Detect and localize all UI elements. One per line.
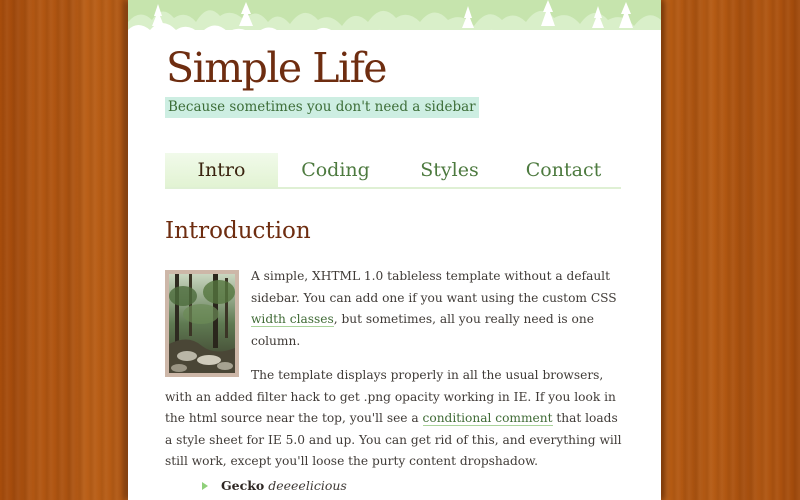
- tab-coding[interactable]: Coding: [279, 153, 392, 187]
- site-tagline: Because sometimes you don't need a sideb…: [165, 97, 479, 118]
- content-page: Simple Life Because sometimes you don't …: [128, 0, 661, 500]
- main-navigation: Intro Coding Styles Contact: [165, 153, 621, 189]
- list-item-title: Gecko: [221, 478, 265, 493]
- conditional-comment-link[interactable]: conditional comment: [422, 411, 553, 426]
- section-heading: Introduction: [165, 218, 311, 244]
- paragraph-2: The template displays properly in all th…: [165, 365, 627, 473]
- tab-intro[interactable]: Intro: [165, 153, 278, 187]
- site-title[interactable]: Simple Life: [166, 40, 388, 96]
- intro-content: A simple, XHTML 1.0 tableless template w…: [165, 266, 627, 486]
- tab-styles[interactable]: Styles: [393, 153, 506, 187]
- bullet-arrow-icon: [202, 482, 208, 490]
- browser-list: Gecko deeeelicious: [165, 476, 585, 496]
- width-classes-link[interactable]: width classes: [251, 312, 334, 327]
- paragraph-text: A simple, XHTML 1.0 tableless template w…: [251, 269, 617, 305]
- tab-contact[interactable]: Contact: [507, 153, 620, 187]
- list-item-note: deeeelicious: [268, 478, 347, 493]
- list-item: Gecko deeeelicious: [165, 476, 585, 496]
